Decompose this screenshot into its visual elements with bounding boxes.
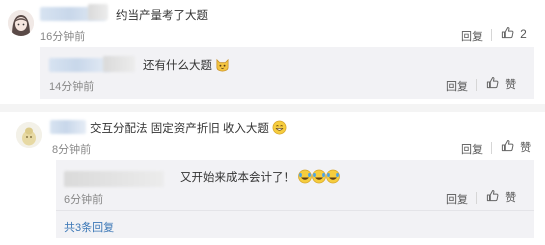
reply-box: 还有什么大题 14分钟前 回复 赞: [40, 47, 534, 99]
reply-button[interactable]: 回复: [461, 141, 483, 157]
reply-text: 又开始来成本会计了！: [180, 169, 341, 187]
tears-of-joy-emoji-icon: [298, 169, 341, 187]
like-button[interactable]: 赞: [501, 139, 531, 155]
like-button[interactable]: 赞: [486, 189, 516, 205]
reply-inner-divider: [56, 210, 534, 211]
reply-button[interactable]: 回复: [446, 78, 468, 94]
reply-time: 14分钟前: [49, 81, 95, 93]
like-button[interactable]: 赞: [486, 76, 516, 92]
reply-username-redacted-tail: [103, 56, 135, 72]
action-separator: [491, 142, 492, 154]
reply-box: 又开始来成本会计了！ 6分钟前 回复 赞 共3条回复: [56, 160, 534, 238]
reply-username-redacted[interactable]: [64, 171, 164, 187]
username-redacted-tail: [88, 4, 108, 20]
reply-time: 6分钟前: [64, 194, 104, 206]
avatar[interactable]: [16, 122, 42, 148]
reply-text: 还有什么大题: [143, 57, 230, 75]
thumbs-up-icon: [486, 76, 499, 92]
thumbs-up-icon: [486, 189, 499, 205]
like-count: 2: [520, 27, 527, 41]
comment-divider: [0, 104, 545, 112]
like-label: 赞: [505, 79, 517, 91]
reply-button[interactable]: 回复: [461, 28, 483, 44]
comment-time: 8分钟前: [52, 144, 92, 156]
comment-time: 16分钟前: [40, 31, 86, 43]
grin-emoji-icon: [272, 120, 287, 138]
thumbs-up-icon: [501, 139, 514, 155]
like-label: 赞: [505, 192, 517, 204]
comment-text: 约当产量考了大题: [116, 10, 208, 22]
action-separator: [491, 29, 492, 41]
cat-face-emoji-icon: [215, 57, 230, 75]
like-button[interactable]: 2: [501, 26, 527, 42]
like-label: 赞: [520, 142, 532, 154]
action-separator: [476, 79, 477, 91]
comment-text: 交互分配法 固定资产折旧 收入大题: [90, 120, 287, 138]
username-redacted[interactable]: [50, 120, 86, 134]
thumbs-up-icon: [501, 26, 514, 42]
avatar[interactable]: [8, 10, 34, 36]
reply-username-redacted[interactable]: [49, 58, 111, 72]
action-separator: [476, 192, 477, 204]
reply-button[interactable]: 回复: [446, 191, 468, 207]
more-replies-link[interactable]: 共3条回复: [64, 219, 114, 235]
